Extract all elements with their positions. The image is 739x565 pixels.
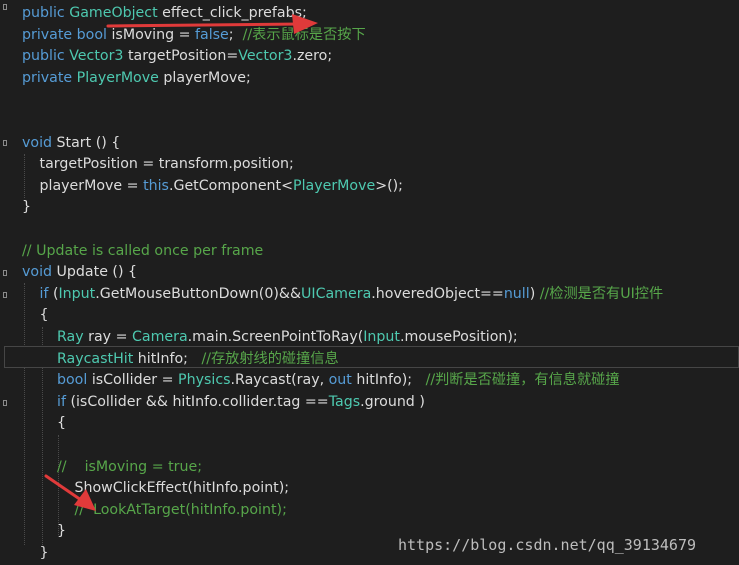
annotation-layer — [44, 14, 318, 511]
watermark: https://blog.csdn.net/qq_39134679 — [398, 536, 697, 554]
arrow-to-show-click-effect — [44, 474, 96, 511]
arrow-to-effect-click-prefabs — [106, 14, 318, 34]
